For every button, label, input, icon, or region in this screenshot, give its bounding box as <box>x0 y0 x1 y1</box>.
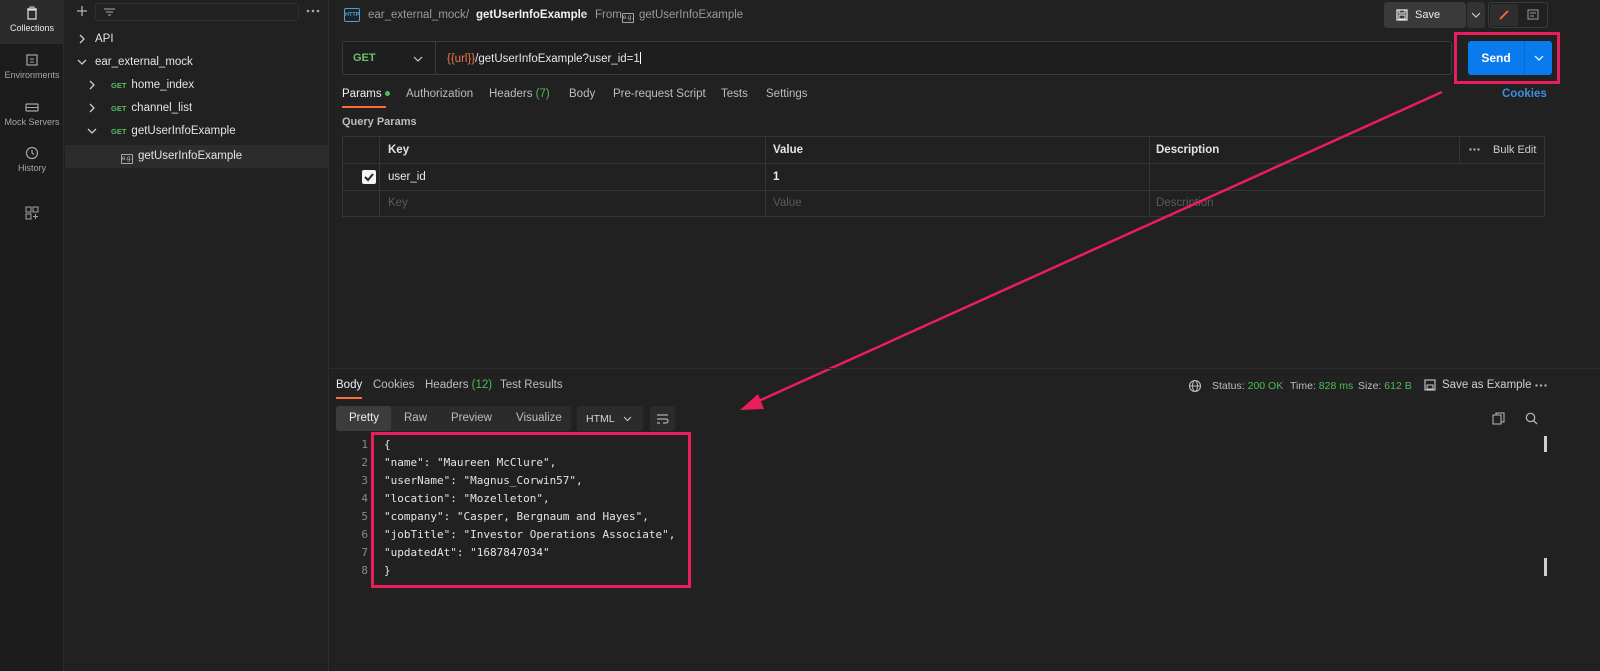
format-visualize-tab[interactable]: Visualize <box>516 412 562 424</box>
time-value: 828 ms <box>1318 380 1354 392</box>
scrollbar-marker[interactable] <box>1544 436 1547 452</box>
line-number: 3 <box>361 474 368 487</box>
time-readout[interactable]: Time: 828 ms <box>1290 380 1353 392</box>
annotation-box-response <box>371 432 691 588</box>
size-readout[interactable]: Size: 612 B <box>1358 380 1412 392</box>
wrap-icon <box>657 414 669 424</box>
format-preview-tab[interactable]: Preview <box>451 412 492 424</box>
response-tab-headers[interactable]: Headers (12) <box>425 379 492 391</box>
save-as-example-button[interactable]: Save as Example <box>1442 379 1532 391</box>
tab-label: Headers <box>425 379 469 391</box>
chevron-down-icon <box>623 416 632 422</box>
line-number: 8 <box>361 564 368 577</box>
response-tab-cookies[interactable]: Cookies <box>373 379 415 391</box>
format-raw-tab[interactable]: Raw <box>404 412 427 424</box>
time-label: Time: <box>1290 380 1316 392</box>
line-number: 4 <box>361 492 368 505</box>
status-readout[interactable]: Status: 200 OK <box>1212 380 1283 392</box>
line-number: 6 <box>361 528 368 541</box>
copy-icon[interactable] <box>1492 412 1505 425</box>
line-number: 5 <box>361 510 368 523</box>
search-icon[interactable] <box>1525 412 1538 425</box>
more-icon[interactable] <box>1535 384 1547 387</box>
headers-count: (12) <box>471 379 493 391</box>
pane-divider[interactable] <box>330 368 1600 369</box>
line-number: 2 <box>361 456 368 469</box>
size-label: Size: <box>1358 380 1382 392</box>
format-pretty-tab[interactable]: Pretty <box>349 412 379 424</box>
format-tabs: Pretty Raw Preview Visualize <box>336 406 571 431</box>
line-number: 1 <box>361 438 368 451</box>
response-tab-body[interactable]: Body <box>336 379 362 391</box>
scrollbar-marker[interactable] <box>1544 558 1547 576</box>
globe-icon[interactable] <box>1188 379 1202 393</box>
annotation-arrow <box>740 90 1443 410</box>
language-label: HTML <box>586 413 615 425</box>
status-label: Status: <box>1212 380 1245 392</box>
status-value: 200 OK <box>1247 380 1284 392</box>
postman-window: Collections Environments Mock Servers Hi… <box>0 0 1600 671</box>
line-number: 7 <box>361 546 368 559</box>
size-value: 612 B <box>1384 380 1412 392</box>
save-icon <box>1424 379 1436 391</box>
active-tab-underline <box>336 397 362 399</box>
language-select[interactable]: HTML <box>577 406 643 431</box>
response-tab-test-results[interactable]: Test Results <box>500 379 563 391</box>
wrap-lines-button[interactable] <box>650 406 675 431</box>
